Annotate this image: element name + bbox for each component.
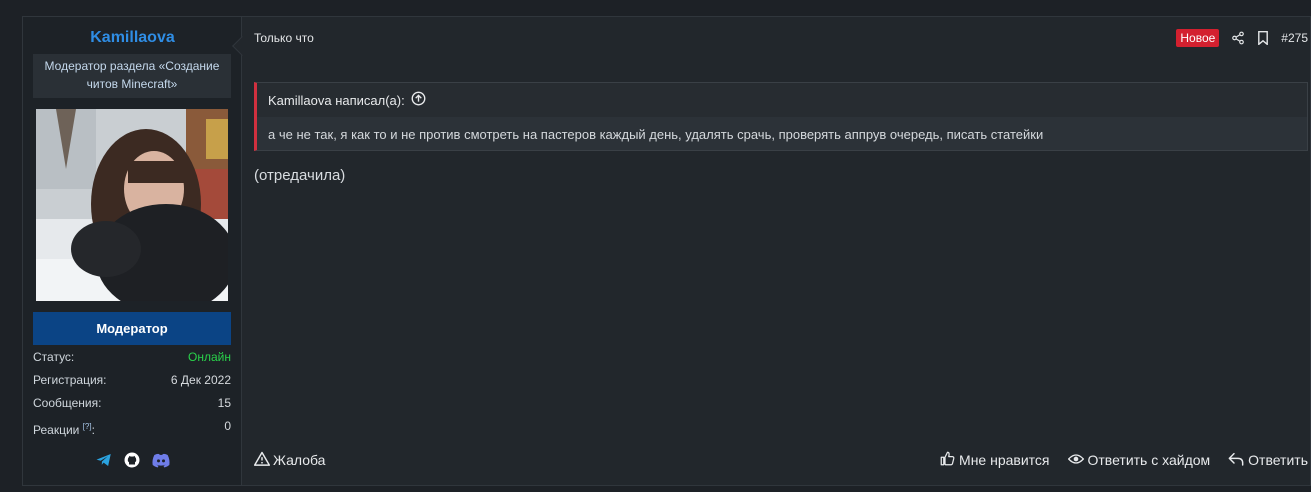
reply-hide-button[interactable]: Ответить с хайдом bbox=[1067, 452, 1211, 469]
new-badge: Новое bbox=[1176, 29, 1220, 47]
quote-author: Kamillaova написал(а): bbox=[268, 92, 405, 108]
stat-messages: Сообщения: 15 bbox=[33, 396, 231, 419]
stat-status: Статус: Онлайн bbox=[33, 350, 231, 373]
reply-hide-label: Ответить с хайдом bbox=[1087, 452, 1211, 468]
username-link[interactable]: Kamillaova bbox=[23, 29, 242, 47]
stat-value: Онлайн bbox=[188, 350, 231, 364]
discord-icon[interactable] bbox=[151, 451, 171, 469]
quote-header: Kamillaova написал(а): bbox=[257, 83, 1307, 117]
user-info-panel: Kamillaova Модератор раздела «Создание ч… bbox=[23, 17, 242, 485]
arrow-up-circle-icon[interactable] bbox=[411, 91, 426, 109]
like-label: Мне нравится bbox=[959, 452, 1050, 468]
post-card: Kamillaova Модератор раздела «Создание ч… bbox=[22, 16, 1311, 486]
stat-reactions: Реакции [?]: 0 bbox=[33, 419, 231, 442]
post-header-actions: Новое #275 bbox=[1176, 28, 1308, 48]
report-label: Жалоба bbox=[273, 452, 326, 468]
post-number-link[interactable]: #275 bbox=[1281, 31, 1308, 45]
stat-label: Реакции [?]: bbox=[33, 422, 95, 437]
warning-icon bbox=[253, 451, 271, 469]
quote-block: Kamillaova написал(а): а че не так, я ка… bbox=[254, 82, 1308, 151]
bookmark-icon[interactable] bbox=[1257, 31, 1269, 45]
eye-icon bbox=[1067, 452, 1084, 469]
stat-value: 0 bbox=[224, 419, 231, 433]
telegram-icon[interactable] bbox=[95, 451, 113, 469]
like-button[interactable]: Мне нравится bbox=[940, 451, 1050, 469]
quote-text: а че не так, я как то и не против смотре… bbox=[268, 127, 1044, 142]
post-message: (отредачила) bbox=[254, 167, 346, 184]
share-icon[interactable] bbox=[1231, 31, 1245, 45]
user-stats: Статус: Онлайн Регистрация: 6 Дек 2022 С… bbox=[33, 350, 231, 442]
user-title: Модератор раздела «Создание читов Minecr… bbox=[33, 54, 231, 98]
reply-button[interactable]: Ответить bbox=[1228, 452, 1308, 469]
reply-icon bbox=[1228, 452, 1244, 469]
stat-label: Статус: bbox=[33, 350, 75, 364]
thumbs-up-icon bbox=[940, 451, 955, 469]
reply-label: Ответить bbox=[1248, 452, 1308, 468]
avatar[interactable] bbox=[36, 109, 228, 301]
post-main: Только что Новое #275 Kamillaova написал… bbox=[243, 17, 1310, 485]
post-time-link[interactable]: Только что bbox=[254, 31, 314, 45]
stat-label: Сообщения: bbox=[33, 396, 102, 410]
stat-value: 6 Дек 2022 bbox=[170, 373, 231, 387]
stat-label: Регистрация: bbox=[33, 373, 107, 387]
report-button[interactable]: Жалоба bbox=[253, 451, 326, 469]
reactions-help-link[interactable]: [?] bbox=[83, 422, 92, 431]
stat-value: 15 bbox=[217, 396, 231, 410]
stat-registration: Регистрация: 6 Дек 2022 bbox=[33, 373, 231, 396]
social-links bbox=[23, 451, 242, 469]
post-footer-actions: Мне нравится Ответить с хайдом Ответить bbox=[940, 451, 1308, 469]
avatar-image bbox=[36, 109, 228, 301]
github-icon[interactable] bbox=[123, 451, 141, 469]
role-banner: Модератор bbox=[33, 312, 231, 345]
